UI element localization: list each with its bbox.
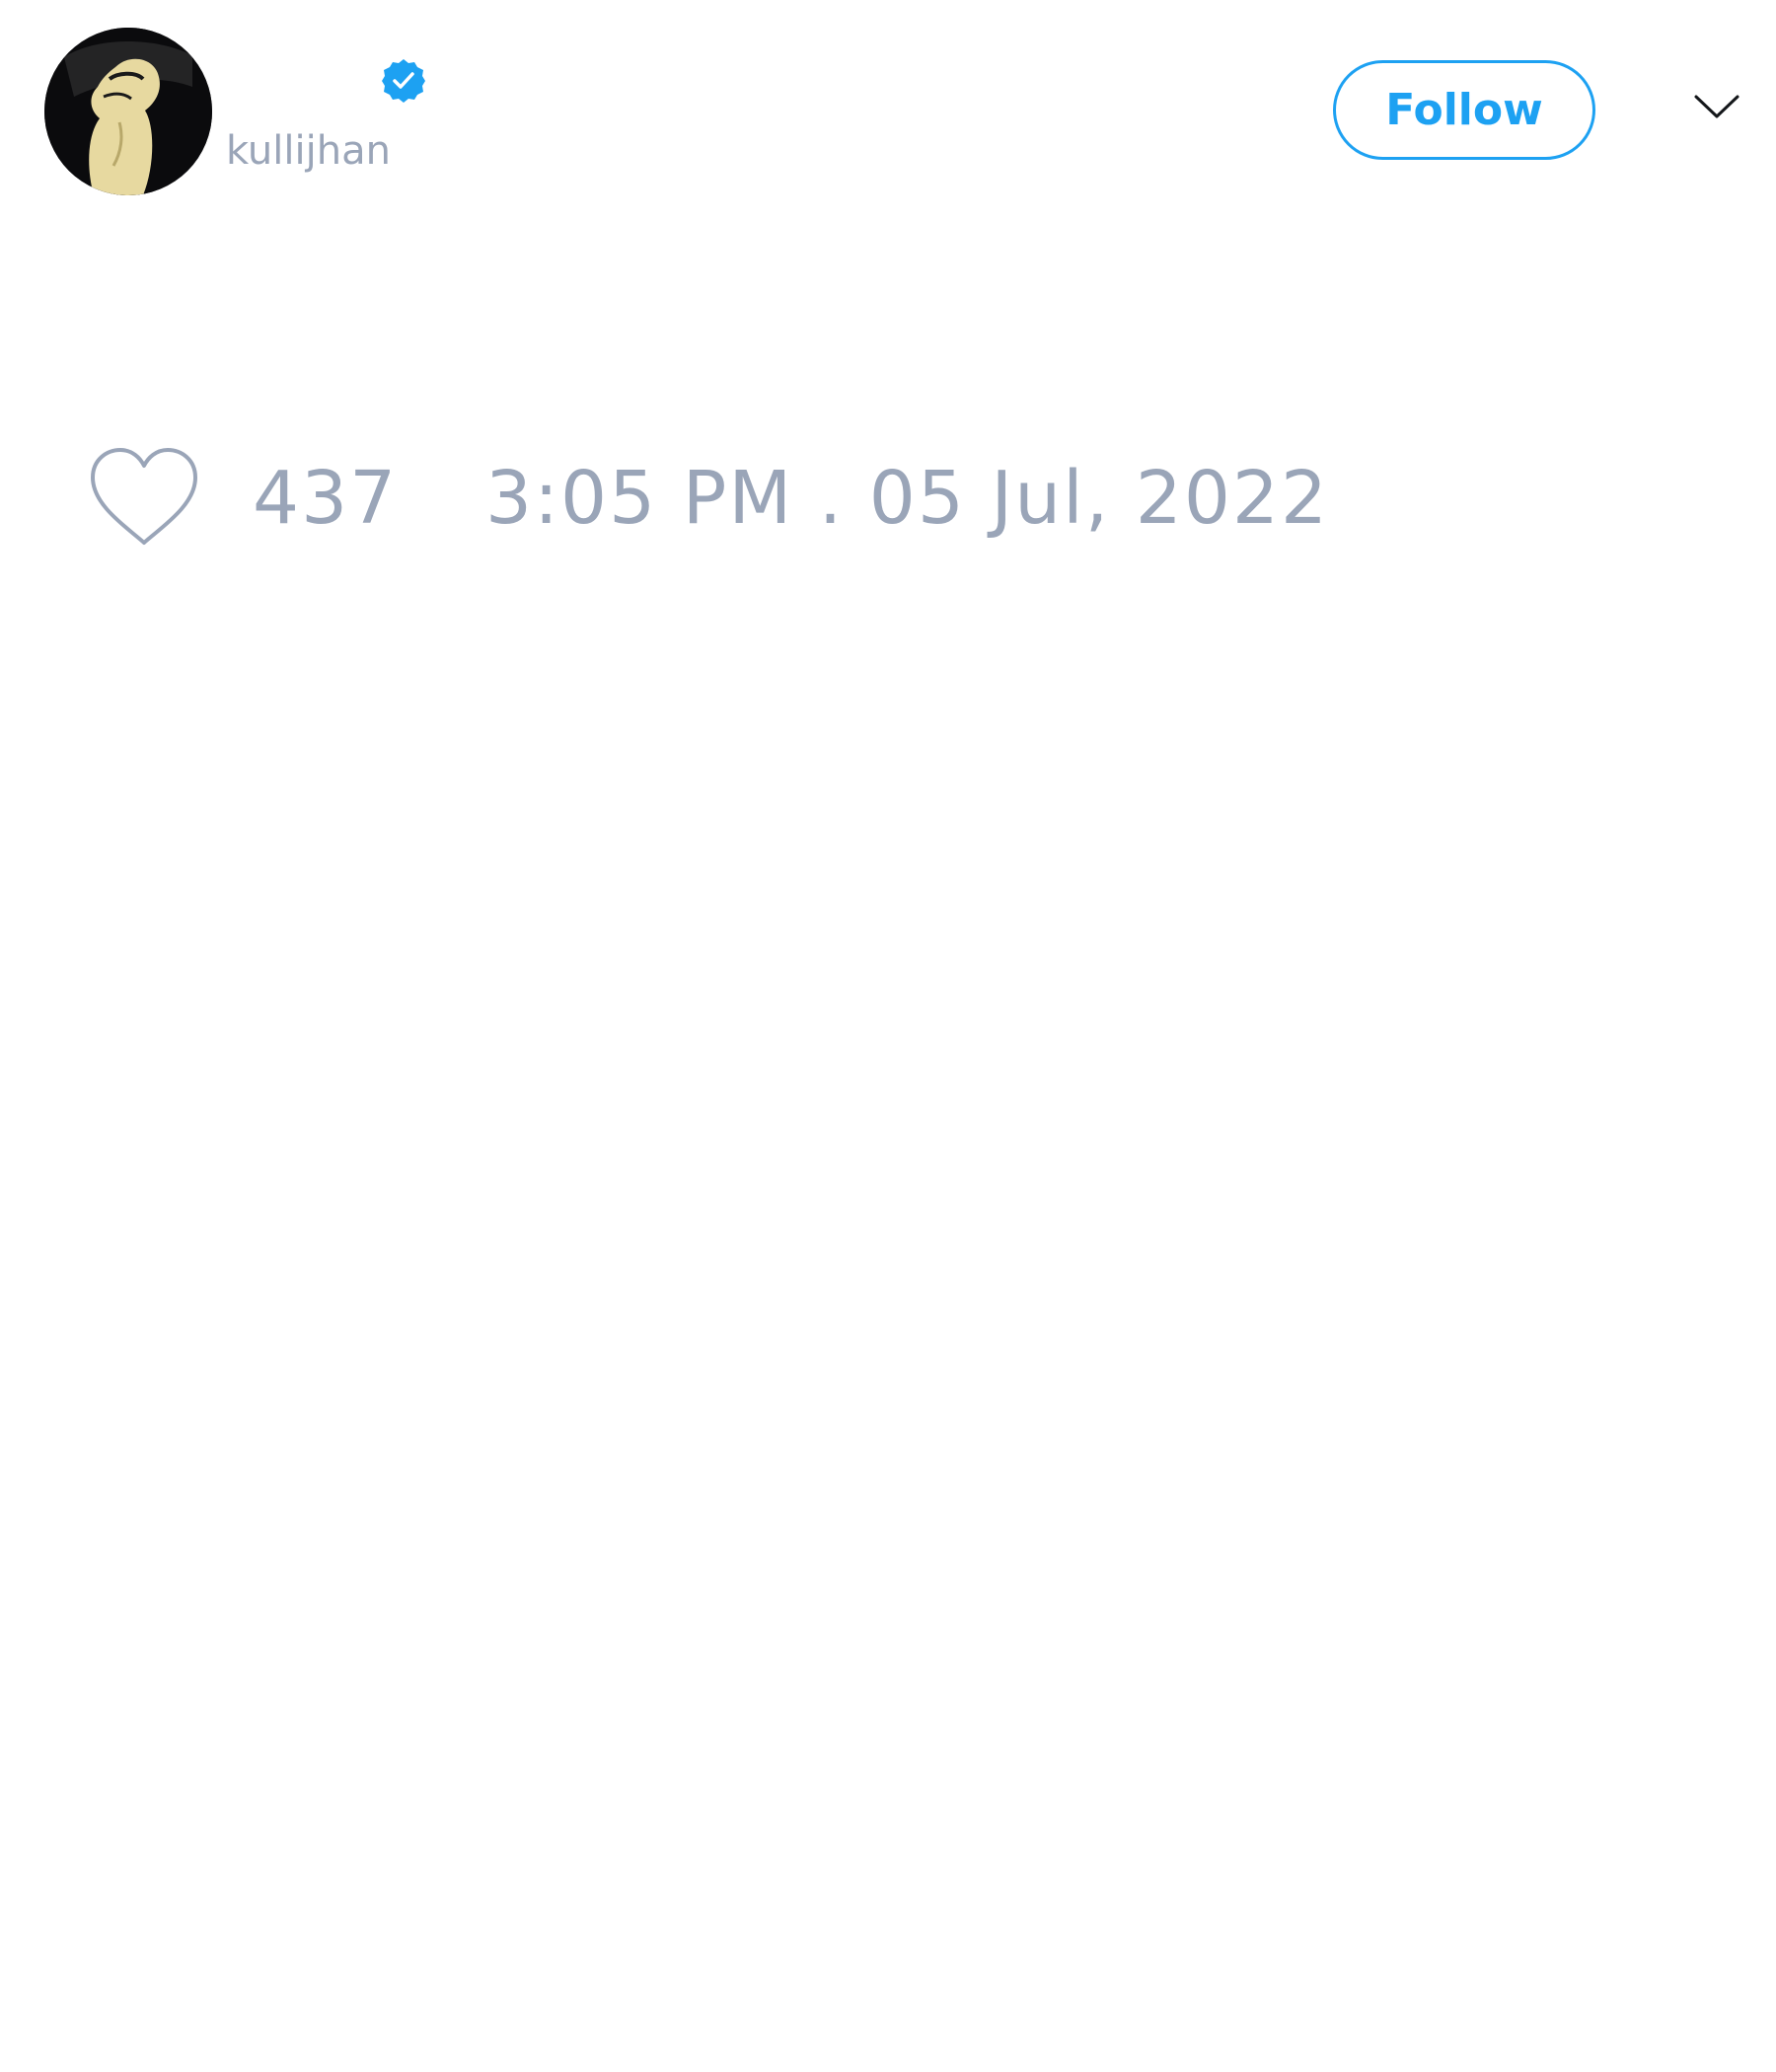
- tweet-header: kullijhan Follow: [0, 0, 1776, 227]
- tweet-footer: 437 3:05 PM . 05 Jul, 2022: [0, 434, 1776, 562]
- timestamp[interactable]: 3:05 PM . 05 Jul, 2022: [485, 454, 1329, 543]
- avatar-image: [44, 28, 212, 195]
- username[interactable]: kullijhan: [226, 126, 391, 176]
- follow-button[interactable]: Follow: [1333, 60, 1595, 160]
- verified-badge-icon: [382, 59, 425, 103]
- like-count: 437: [253, 456, 399, 541]
- heart-outline-icon[interactable]: [87, 446, 201, 549]
- avatar[interactable]: [44, 28, 212, 195]
- chevron-down-icon[interactable]: [1692, 89, 1741, 124]
